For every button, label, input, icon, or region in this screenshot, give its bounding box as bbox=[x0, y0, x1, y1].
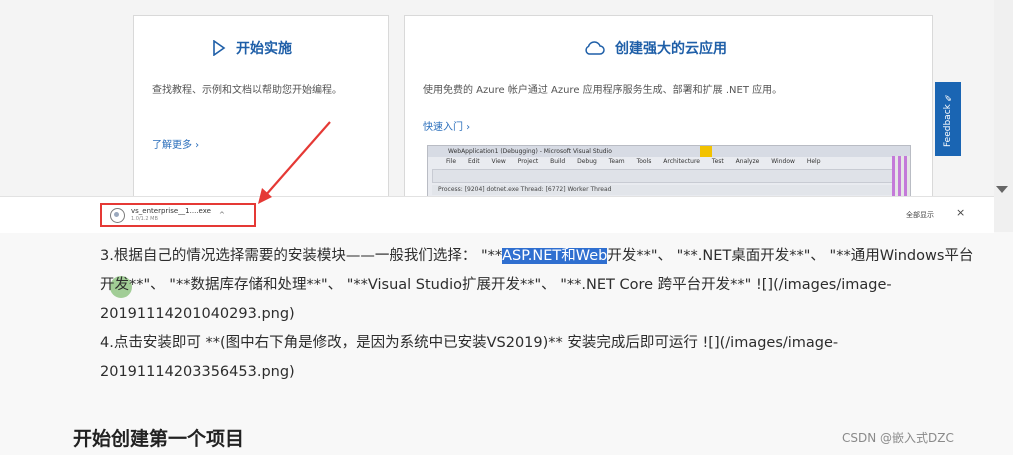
step-4-paragraph: 4.点击安装即可 **(图中右下角是修改，是因为系统中已安装VS2019)** … bbox=[100, 335, 839, 380]
close-icon[interactable]: × bbox=[956, 206, 965, 219]
download-item[interactable]: vs_enterprise__1....exe 1.0/1.2 MB ^ bbox=[100, 203, 256, 227]
vs-menu-item: Help bbox=[806, 158, 821, 165]
selected-text: ASP.NET和Web bbox=[502, 248, 608, 264]
get-started-card[interactable]: 开始实施 查找教程、示例和文档以帮助您开始编程。 了解更多 › bbox=[133, 15, 389, 209]
vs-menu-item: Analyze bbox=[735, 158, 760, 165]
vs-menu-item: Project bbox=[517, 158, 539, 165]
step-3-paragraph: 3.根据自己的情况选择需要的安装模块——一般我们选择： "**ASP.NET和W… bbox=[100, 248, 974, 322]
card-title: 创建强大的云应用 bbox=[615, 41, 727, 57]
card-description: 查找教程、示例和文档以帮助您开始编程。 bbox=[152, 85, 342, 96]
card-title: 开始实施 bbox=[236, 41, 292, 57]
download-size: 1.0/1.2 MB bbox=[131, 216, 158, 222]
vs-process-bar: Process: [9204] dotnet.exe Thread: [6772… bbox=[432, 185, 906, 195]
vs-side-panel bbox=[892, 156, 910, 196]
vs-menu-item: Team bbox=[608, 158, 625, 165]
play-icon bbox=[213, 40, 226, 56]
vs-menu-item: Architecture bbox=[663, 158, 700, 165]
cloud-app-card[interactable]: 创建强大的云应用 使用免费的 Azure 帐户通过 Azure 应用程序服务生成… bbox=[404, 15, 933, 209]
scroll-down-icon[interactable] bbox=[996, 186, 1008, 193]
download-bar: vs_enterprise__1....exe 1.0/1.2 MB ^ 全部显… bbox=[0, 196, 994, 233]
vs-menubar: File Edit View Project Build Debug Team … bbox=[428, 157, 910, 167]
vs-menu-item: Test bbox=[711, 158, 724, 165]
vs-menu-item: Edit bbox=[467, 158, 480, 165]
vs-menu-item: Tools bbox=[636, 158, 652, 165]
article-content: 3.根据自己的情况选择需要的安装模块——一般我们选择： "**ASP.NET和W… bbox=[100, 242, 980, 387]
browser-screenshot: 开始实施 查找教程、示例和文档以帮助您开始编程。 了解更多 › 创建强大的云应用… bbox=[0, 0, 1013, 233]
filter-icon bbox=[700, 146, 712, 157]
learn-more-link[interactable]: 了解更多 › bbox=[152, 136, 199, 151]
quickstart-link[interactable]: 快速入门 › bbox=[423, 118, 470, 133]
cloud-icon bbox=[585, 41, 605, 55]
scrollbar[interactable] bbox=[994, 0, 1013, 232]
vs-titlebar: WebApplication1 (Debugging) - Microsoft … bbox=[428, 146, 910, 157]
card-description: 使用免费的 Azure 帐户通过 Azure 应用程序服务生成、部署和扩展 .N… bbox=[423, 85, 783, 96]
download-filename: vs_enterprise__1....exe bbox=[131, 207, 211, 215]
vs-toolbar bbox=[432, 169, 906, 183]
feedback-tab[interactable]: Feedback ✎ bbox=[935, 82, 961, 156]
vs-menu-item: File bbox=[446, 158, 457, 165]
vs-menu-item: View bbox=[491, 158, 506, 165]
section-heading: 开始创建第一个项目 bbox=[73, 428, 245, 450]
vs-menu-item: Window bbox=[771, 158, 795, 165]
installer-file-icon bbox=[110, 207, 125, 223]
show-all-button[interactable]: 全部显示 bbox=[906, 210, 934, 220]
chevron-up-icon[interactable]: ^ bbox=[219, 211, 225, 219]
watermark: CSDN @嵌入式DZC bbox=[842, 431, 954, 445]
vs-menu-item: Debug bbox=[577, 158, 597, 165]
vs-menu-item: Build bbox=[550, 158, 566, 165]
